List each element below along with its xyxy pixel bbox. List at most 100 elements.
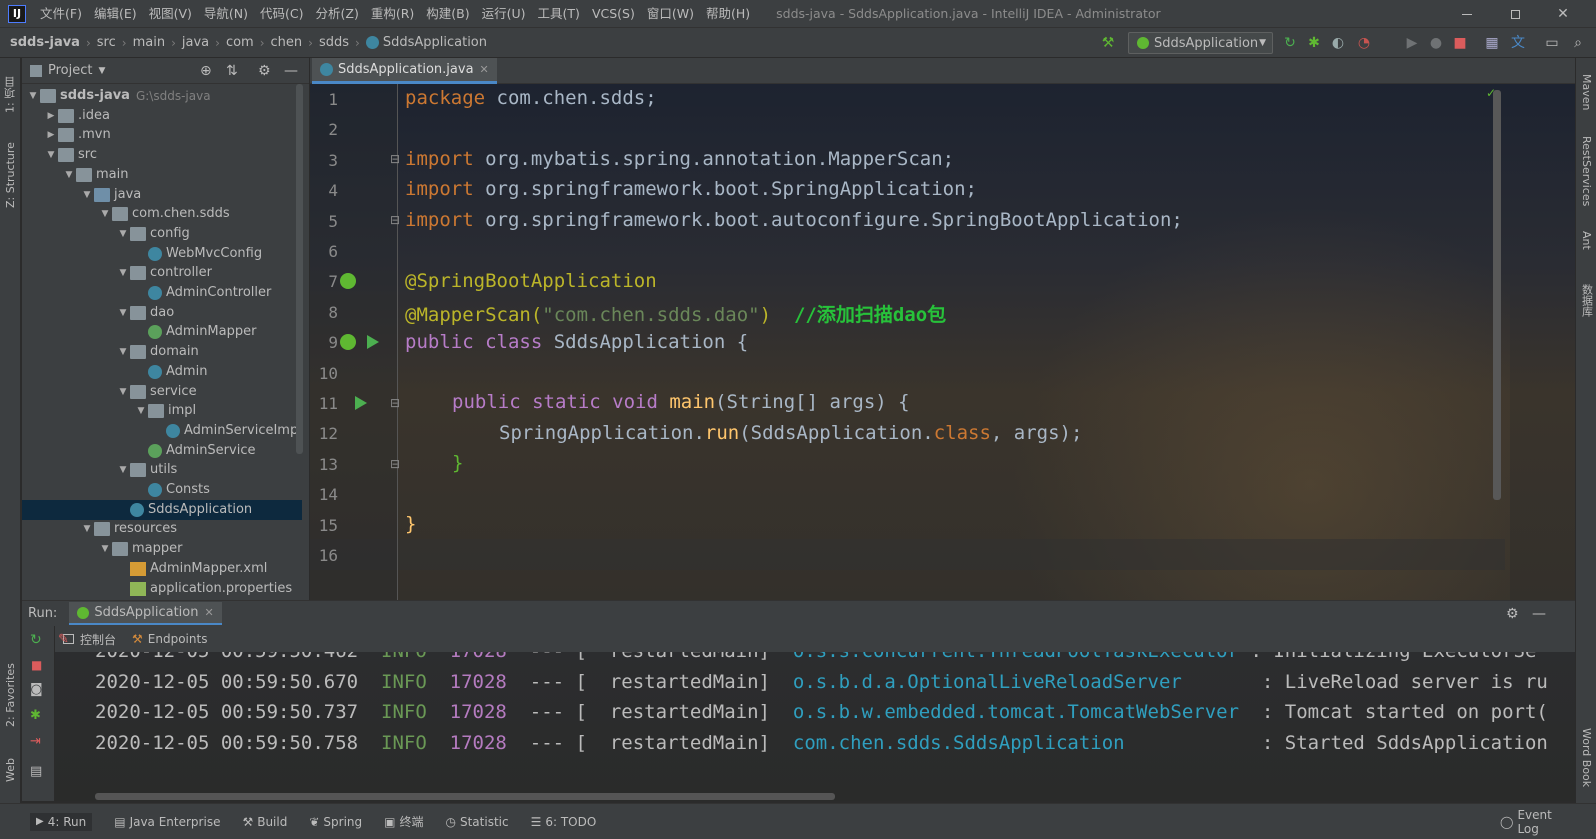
chevron-right-icon[interactable]: ▶ <box>44 106 58 126</box>
tool-tab-ant[interactable]: Ant <box>1576 220 1596 260</box>
chevron-down-icon[interactable]: ▼ <box>116 342 130 362</box>
tree-item[interactable]: ▶ .mvn <box>44 125 111 145</box>
menu-view[interactable]: 视图(V) <box>143 0 198 28</box>
chevron-down-icon[interactable]: ▼ <box>62 165 76 185</box>
maximize-icon[interactable] <box>1492 0 1538 28</box>
chevron-down-icon[interactable]: ▼ <box>80 185 94 205</box>
tree-item[interactable]: AdminService <box>134 441 255 461</box>
tree-item[interactable]: ▼ sdds-java G:\sdds-java <box>26 86 211 106</box>
status-build[interactable]: ⚒ Build <box>242 815 287 829</box>
fold-icon[interactable]: ⊟ <box>390 152 406 168</box>
tree-item[interactable]: Consts <box>134 480 210 500</box>
search-icon[interactable]: ⌕ <box>1570 35 1586 51</box>
breadcrumb-src[interactable]: src <box>97 35 116 50</box>
locate-icon[interactable]: ⊕ <box>200 63 212 79</box>
menu-analyze[interactable]: 分析(Z) <box>310 0 365 28</box>
run-configuration-select[interactable]: SddsApplication ▼ <box>1128 32 1273 54</box>
tool-tab-database[interactable]: 数据库 <box>1576 272 1596 328</box>
run-class-gutter-icon[interactable] <box>367 335 379 349</box>
menu-tools[interactable]: 工具(T) <box>532 0 586 28</box>
stop-icon[interactable]: ■ <box>31 658 42 672</box>
chevron-down-icon[interactable]: ▼ <box>134 401 148 421</box>
editor-scrollbar[interactable] <box>1493 90 1501 500</box>
status-statistic[interactable]: ◷ Statistic <box>446 815 509 829</box>
tree-item[interactable]: AdminServiceImpl <box>152 421 302 441</box>
chevron-down-icon[interactable]: ▼ <box>116 460 130 480</box>
camera-icon[interactable]: ◙ <box>30 682 43 697</box>
build-hammer-icon[interactable]: ⚒ <box>1100 35 1116 51</box>
project-view-select[interactable]: Project <box>48 63 92 78</box>
debug-bug-icon[interactable]: ✱ <box>1306 35 1322 51</box>
fold-icon[interactable]: ⊟ <box>390 457 406 473</box>
layout-icon[interactable]: ▭ <box>1544 35 1560 51</box>
menu-vcs[interactable]: VCS(S) <box>586 0 641 28</box>
menu-run[interactable]: 运行(U) <box>476 0 532 28</box>
breadcrumb-sdds-java[interactable]: sdds-java <box>10 35 80 50</box>
coverage-icon[interactable]: ◐ <box>1330 35 1346 51</box>
menu-window[interactable]: 窗口(W) <box>641 0 700 28</box>
breadcrumb-sdds-application[interactable]: SddsApplication <box>365 35 487 50</box>
chevron-down-icon[interactable]: ▼ <box>116 263 130 283</box>
tree-item[interactable]: AdminMapper <box>134 322 256 342</box>
attach-icon[interactable]: ● <box>1428 35 1444 51</box>
status-spring[interactable]: ❦ Spring <box>309 815 362 829</box>
tree-item[interactable]: ▼ mapper <box>98 539 182 559</box>
profile-icon[interactable]: ◔ <box>1356 35 1372 51</box>
run-tab-sdds-application[interactable]: SddsApplication ✕ <box>69 602 222 625</box>
chevron-down-icon[interactable]: ▼ <box>98 204 112 224</box>
chevron-down-icon[interactable]: ▼ <box>44 145 58 165</box>
chevron-down-icon[interactable]: ▼ <box>98 539 112 559</box>
project-structure-icon[interactable]: ▦ <box>1484 35 1500 51</box>
tool-tab-rest-services[interactable]: RestServices <box>1576 136 1596 206</box>
status-todo[interactable]: ☰ 6: TODO <box>531 815 597 829</box>
chevron-down-icon[interactable]: ▼ <box>116 382 130 402</box>
status-run[interactable]: ▶ 4: Run <box>30 812 93 831</box>
tool-tab-structure[interactable]: Z: Structure <box>0 134 21 216</box>
breadcrumb-com[interactable]: com <box>226 35 254 50</box>
console-hscrollbar[interactable] <box>95 793 835 800</box>
status-terminal[interactable]: ▣ 终端 <box>384 813 423 830</box>
menu-file[interactable]: 文件(F) <box>34 0 88 28</box>
breadcrumb-sdds[interactable]: sdds <box>319 35 349 50</box>
tree-item[interactable]: ▶ .idea <box>44 106 110 126</box>
tree-item[interactable]: WebMvcConfig <box>134 244 262 264</box>
minimize-icon[interactable] <box>1444 0 1490 28</box>
hide-panel-icon[interactable]: — <box>1532 606 1546 622</box>
tree-item[interactable]: ▼ utils <box>116 460 177 480</box>
tree-item[interactable]: ▼ main <box>62 165 128 185</box>
console-output[interactable]: 2020-12-05 00:59:50.462 INFO 17028 --- [… <box>55 652 1575 801</box>
hide-panel-icon[interactable]: — <box>284 63 298 79</box>
breadcrumb-main[interactable]: main <box>133 35 165 50</box>
tree-item[interactable]: ▼ domain <box>116 342 199 362</box>
fold-icon[interactable]: ⊟ <box>390 213 406 229</box>
spring-bean-gutter-icon[interactable] <box>340 273 356 289</box>
tool-tab-word-book[interactable]: Word Book <box>1576 718 1596 798</box>
menu-help[interactable]: 帮助(H) <box>700 0 756 28</box>
tree-item[interactable]: ▼ controller <box>116 263 212 283</box>
layout-icon[interactable]: ▤ <box>30 764 42 779</box>
chevron-down-icon[interactable]: ▼ <box>116 303 130 323</box>
gear-icon[interactable]: ⚙ <box>1506 606 1519 622</box>
translate-icon[interactable]: 文 <box>1510 35 1526 51</box>
gear-icon[interactable]: ⚙ <box>258 63 271 79</box>
subtab-console[interactable]: 控制台 <box>63 631 116 648</box>
tool-tab-web[interactable]: Web <box>0 750 21 790</box>
tree-item[interactable]: AdminMapper.xml <box>116 559 267 579</box>
chevron-down-icon[interactable]: ▼ <box>98 66 105 76</box>
chevron-down-icon[interactable]: ▼ <box>116 224 130 244</box>
tool-tab-project[interactable]: 1: 项目 <box>0 64 21 126</box>
close-tab-icon[interactable]: ✕ <box>480 63 489 76</box>
tree-item[interactable]: ▼ service <box>116 382 197 402</box>
tree-item[interactable]: ▼ impl <box>134 401 196 421</box>
tree-item[interactable]: SddsApplication <box>22 499 302 520</box>
status-java-enterprise[interactable]: ▤ Java Enterprise <box>114 815 220 829</box>
exit-icon[interactable]: ⇥ <box>30 734 41 749</box>
rerun-icon[interactable]: ↻ <box>30 632 42 648</box>
tool-tab-favorites[interactable]: 2: Favorites <box>0 654 21 736</box>
project-scrollbar[interactable] <box>296 84 303 454</box>
run-icon[interactable]: ▶ <box>1404 35 1420 51</box>
tree-item[interactable]: Admin <box>134 362 207 382</box>
chevron-down-icon[interactable]: ▼ <box>80 519 94 539</box>
spring-bean-gutter-icon[interactable] <box>340 334 356 350</box>
stop-icon[interactable]: ■ <box>1452 35 1468 51</box>
